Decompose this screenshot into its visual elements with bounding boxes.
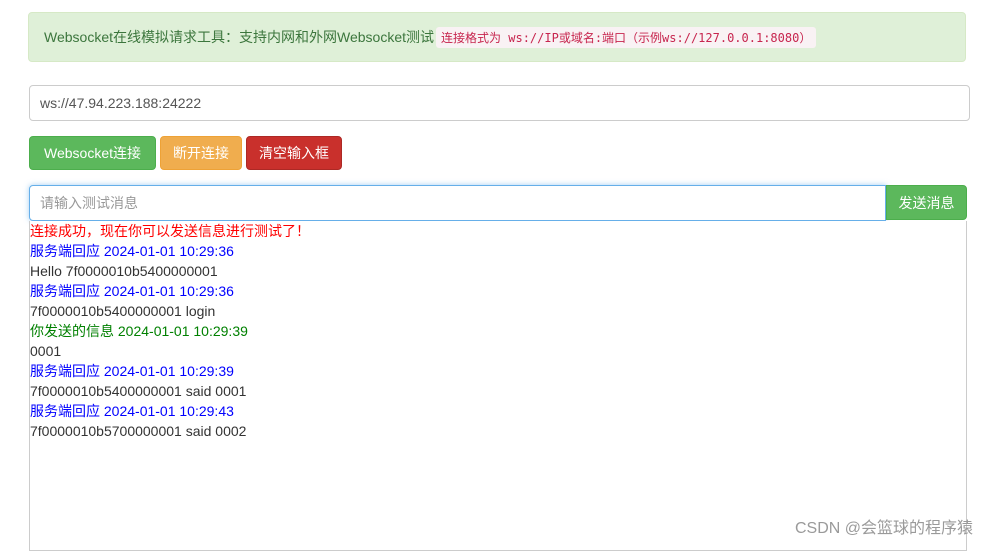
log-line: 连接成功，现在你可以发送信息进行测试了！	[30, 223, 310, 239]
log-line: 服务端回应 2024-01-01 10:29:43	[30, 403, 234, 419]
log-line: 服务端回应 2024-01-01 10:29:39	[30, 363, 234, 379]
message-log[interactable]: 连接成功，现在你可以发送信息进行测试了！ 服务端回应 2024-01-01 10…	[29, 221, 967, 551]
log-line: 7f0000010b5700000001 said 0002	[30, 423, 247, 439]
disconnect-button[interactable]: 断开连接	[160, 136, 242, 170]
log-line: 7f0000010b5400000001 said 0001	[30, 383, 247, 399]
csdn-watermark: CSDN @会篮球的程序猿	[794, 520, 973, 537]
send-message-button[interactable]: 发送消息	[886, 185, 967, 220]
websocket-url-input[interactable]	[29, 85, 970, 121]
log-line: 服务端回应 2024-01-01 10:29:36	[30, 243, 234, 259]
log-line: Hello 7f0000010b5400000001	[30, 263, 218, 279]
format-prefix: 连接格式为	[441, 30, 502, 45]
format-example: ws://IP或域名:端口（示例ws://127.0.0.1:8080）	[508, 30, 812, 45]
log-line: 服务端回应 2024-01-01 10:29:36	[30, 283, 234, 299]
alert-title: Websocket在线模拟请求工具：支持内网和外网Websocket测试	[44, 29, 434, 45]
format-code: 连接格式为 ws://IP或域名:端口（示例ws://127.0.0.1:808…	[436, 26, 817, 48]
clear-input-button[interactable]: 清空输入框	[246, 136, 342, 170]
log-line: 7f0000010b5400000001 login	[30, 303, 216, 319]
connect-button[interactable]: Websocket连接	[29, 136, 156, 170]
log-line: 0001	[30, 343, 62, 359]
info-alert: Websocket在线模拟请求工具：支持内网和外网Websocket测试 连接格…	[28, 12, 966, 62]
message-input[interactable]	[29, 185, 886, 221]
log-line: 你发送的信息 2024-01-01 10:29:39	[30, 323, 248, 339]
